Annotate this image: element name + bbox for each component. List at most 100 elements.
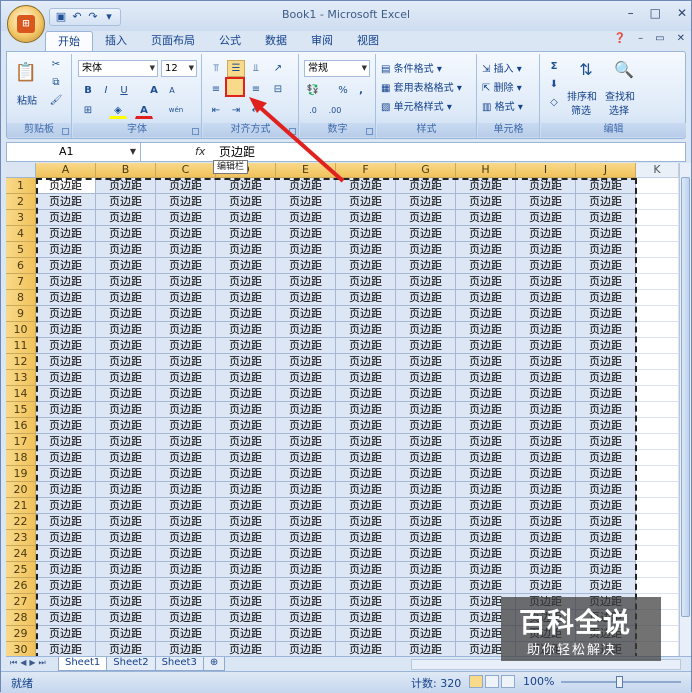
cell[interactable]: 页边距 [216, 306, 276, 322]
cell[interactable]: 页边距 [456, 562, 516, 578]
cell[interactable]: 页边距 [516, 178, 576, 194]
cell[interactable]: 页边距 [336, 626, 396, 642]
cell[interactable]: 页边距 [216, 370, 276, 386]
cell[interactable]: 页边距 [96, 290, 156, 306]
cell[interactable]: 页边距 [396, 450, 456, 466]
paste-button[interactable]: 粘贴 [17, 92, 37, 107]
cell[interactable]: 页边距 [276, 498, 336, 514]
format-painter-icon[interactable]: 🖌 [47, 92, 65, 109]
row-header[interactable]: 23 [6, 530, 36, 546]
cell[interactable]: 页边距 [396, 402, 456, 418]
ribbon-minimize-icon[interactable]: – [638, 33, 643, 44]
cell[interactable]: 页边距 [36, 338, 96, 354]
cell[interactable]: 页边距 [336, 578, 396, 594]
cell[interactable]: 页边距 [36, 322, 96, 338]
cell[interactable]: 页边距 [396, 482, 456, 498]
cell[interactable]: 页边距 [456, 514, 516, 530]
cell[interactable]: 页边距 [156, 242, 216, 258]
cell[interactable]: 页边距 [276, 210, 336, 226]
cell[interactable]: 页边距 [156, 194, 216, 210]
ribbon-restore-icon[interactable]: ▭ [655, 33, 664, 44]
border-icon[interactable]: ⊞ [79, 102, 97, 119]
cell[interactable]: 页边距 [216, 530, 276, 546]
cell-styles-button[interactable]: ▧ 单元格样式 ▾ [381, 98, 452, 113]
cell[interactable]: 页边距 [276, 258, 336, 274]
sheet-tab-3[interactable]: Sheet3 [154, 657, 204, 671]
cell[interactable]: 页边距 [156, 338, 216, 354]
cell[interactable]: 页边距 [516, 322, 576, 338]
format-cells-button[interactable]: ▥ 格式 ▾ [482, 98, 523, 113]
tab-review[interactable]: 审阅 [299, 31, 345, 51]
column-header-h[interactable]: H [456, 163, 516, 178]
normal-view-icon[interactable] [469, 675, 483, 688]
sheet-tab-2[interactable]: Sheet2 [106, 657, 156, 671]
cell[interactable] [636, 210, 679, 226]
cell[interactable]: 页边距 [96, 338, 156, 354]
currency-icon[interactable]: 💱 [304, 82, 322, 99]
cell[interactable] [636, 242, 679, 258]
cell[interactable]: 页边距 [216, 354, 276, 370]
cell[interactable]: 页边距 [276, 178, 336, 194]
cell[interactable]: 页边距 [456, 354, 516, 370]
cell[interactable]: 页边距 [516, 466, 576, 482]
cell[interactable]: 页边距 [36, 482, 96, 498]
cell[interactable]: 页边距 [576, 450, 636, 466]
cell[interactable]: 页边距 [516, 482, 576, 498]
cell[interactable]: 页边距 [396, 642, 456, 656]
cell[interactable]: 页边距 [456, 578, 516, 594]
cell[interactable]: 页边距 [576, 290, 636, 306]
cell[interactable]: 页边距 [336, 274, 396, 290]
cell[interactable]: 页边距 [516, 306, 576, 322]
cell[interactable] [636, 450, 679, 466]
tab-view[interactable]: 视图 [345, 31, 391, 51]
cell[interactable]: 页边距 [396, 242, 456, 258]
cell[interactable] [636, 418, 679, 434]
cell[interactable]: 页边距 [96, 546, 156, 562]
cell[interactable] [636, 530, 679, 546]
cell[interactable] [636, 226, 679, 242]
cell[interactable] [636, 482, 679, 498]
cell[interactable]: 页边距 [456, 402, 516, 418]
cell[interactable]: 页边距 [96, 242, 156, 258]
cell[interactable]: 页边距 [216, 338, 276, 354]
cell[interactable]: 页边距 [276, 466, 336, 482]
tab-insert[interactable]: 插入 [93, 31, 139, 51]
cell[interactable]: 页边距 [36, 418, 96, 434]
cut-icon[interactable]: ✂ [47, 56, 65, 73]
cell[interactable]: 页边距 [516, 546, 576, 562]
cell[interactable]: 页边距 [36, 354, 96, 370]
cell[interactable]: 页边距 [96, 402, 156, 418]
paste-icon[interactable]: 📋 [13, 58, 39, 88]
cell[interactable]: 页边距 [456, 306, 516, 322]
cell[interactable]: 页边距 [396, 322, 456, 338]
cell[interactable]: 页边距 [156, 514, 216, 530]
cell[interactable]: 页边距 [276, 306, 336, 322]
cell[interactable]: 页边距 [396, 210, 456, 226]
cell[interactable]: 页边距 [96, 274, 156, 290]
cell[interactable]: 页边距 [36, 386, 96, 402]
cell[interactable]: 页边距 [156, 322, 216, 338]
cell[interactable]: 页边距 [576, 274, 636, 290]
cell[interactable]: 页边距 [156, 562, 216, 578]
cell[interactable]: 页边距 [216, 482, 276, 498]
cell[interactable]: 页边距 [576, 482, 636, 498]
cell[interactable]: 页边距 [516, 514, 576, 530]
cell[interactable]: 页边距 [456, 194, 516, 210]
cell[interactable]: 页边距 [216, 450, 276, 466]
cell[interactable]: 页边距 [276, 594, 336, 610]
sort-filter-icon[interactable]: ⇅ [573, 58, 599, 82]
cell[interactable]: 页边距 [36, 562, 96, 578]
cell[interactable] [636, 354, 679, 370]
row-header[interactable]: 30 [6, 642, 36, 656]
cell[interactable]: 页边距 [336, 338, 396, 354]
cell[interactable] [636, 466, 679, 482]
cell[interactable]: 页边距 [516, 386, 576, 402]
cell[interactable]: 页边距 [216, 386, 276, 402]
cell[interactable]: 页边距 [96, 642, 156, 656]
cell[interactable]: 页边距 [156, 306, 216, 322]
cell[interactable]: 页边距 [96, 306, 156, 322]
row-header[interactable]: 6 [6, 258, 36, 274]
formula-input[interactable]: 页边距 [219, 143, 255, 161]
cell[interactable]: 页边距 [276, 450, 336, 466]
cell[interactable]: 页边距 [36, 498, 96, 514]
